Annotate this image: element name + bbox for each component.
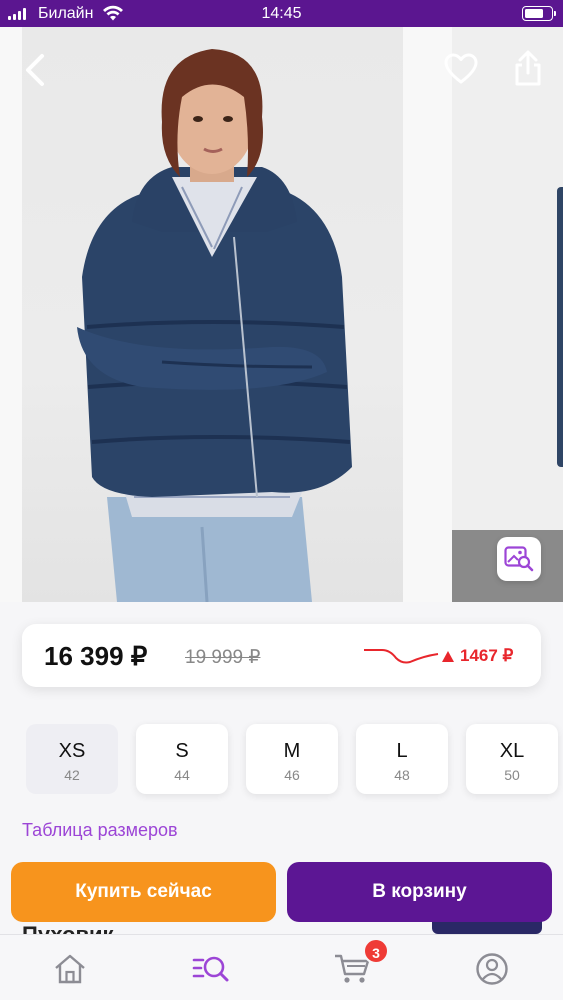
add-to-cart-button[interactable]: В корзину bbox=[287, 862, 552, 922]
size-table-link[interactable]: Таблица размеров bbox=[22, 820, 178, 841]
product-gallery[interactable] bbox=[0, 27, 563, 602]
size-ru: 44 bbox=[174, 767, 190, 783]
size-label: S bbox=[175, 740, 189, 762]
arrow-up-icon bbox=[442, 650, 454, 662]
size-option-xs[interactable]: XS 42 bbox=[26, 724, 118, 794]
buy-now-button[interactable]: Купить сейчас bbox=[11, 862, 276, 922]
size-label: XL bbox=[499, 740, 525, 762]
size-ru: 48 bbox=[394, 767, 410, 783]
status-bar: Билайн 14:45 bbox=[0, 0, 563, 27]
tab-home[interactable] bbox=[50, 949, 90, 989]
home-icon bbox=[55, 954, 85, 984]
visual-search-button[interactable] bbox=[497, 537, 541, 581]
old-price: 19 999 ₽ bbox=[185, 647, 261, 668]
size-option-l[interactable]: L 48 bbox=[356, 724, 448, 794]
price-history-graph[interactable] bbox=[362, 642, 454, 670]
product-photo[interactable] bbox=[22, 27, 403, 602]
buy-now-label: Купить сейчас bbox=[75, 881, 212, 902]
catalog-search-icon bbox=[192, 956, 229, 982]
size-ru: 46 bbox=[284, 767, 300, 783]
add-to-cart-label: В корзину bbox=[372, 881, 467, 902]
size-option-m[interactable]: M 46 bbox=[246, 724, 338, 794]
size-label: M bbox=[283, 740, 301, 762]
tab-profile[interactable] bbox=[472, 949, 512, 989]
price-drop-indicator: 1467 ₽ bbox=[442, 646, 513, 666]
profile-icon bbox=[476, 953, 508, 985]
size-option-s[interactable]: S 44 bbox=[136, 724, 228, 794]
size-label: L bbox=[396, 740, 408, 762]
action-bar: Купить сейчас В корзину bbox=[0, 862, 563, 922]
model-in-jacket-image bbox=[77, 49, 352, 602]
size-selector: XS 42 S 44 M 46 L 48 XL 50 bbox=[26, 724, 563, 794]
price-diff-value: 1467 ₽ bbox=[460, 646, 514, 665]
tab-catalog[interactable] bbox=[191, 949, 231, 989]
cart-count-badge: 3 bbox=[363, 938, 389, 964]
image-search-icon bbox=[504, 546, 534, 572]
battery-icon bbox=[522, 6, 556, 21]
size-ru: 42 bbox=[64, 767, 80, 783]
product-page: Билайн 14:45 16 399 ₽ 19 999 ₽ 1467 ₽ XS… bbox=[0, 0, 563, 1000]
back-chevron-icon[interactable] bbox=[20, 52, 50, 88]
current-price: 16 399 ₽ bbox=[44, 641, 148, 671]
price-card[interactable]: 16 399 ₽ 19 999 ₽ 1467 ₽ bbox=[22, 624, 541, 687]
heart-icon[interactable] bbox=[444, 53, 478, 85]
next-product-photo[interactable] bbox=[452, 27, 563, 602]
size-ru: 50 bbox=[504, 767, 520, 783]
photo-jacket-edge bbox=[557, 187, 563, 467]
clock: 14:45 bbox=[261, 5, 302, 22]
size-label: XS bbox=[58, 740, 86, 762]
size-option-xl[interactable]: XL 50 bbox=[466, 724, 558, 794]
share-icon[interactable] bbox=[512, 49, 544, 87]
bottom-tab-bar bbox=[0, 934, 563, 1000]
